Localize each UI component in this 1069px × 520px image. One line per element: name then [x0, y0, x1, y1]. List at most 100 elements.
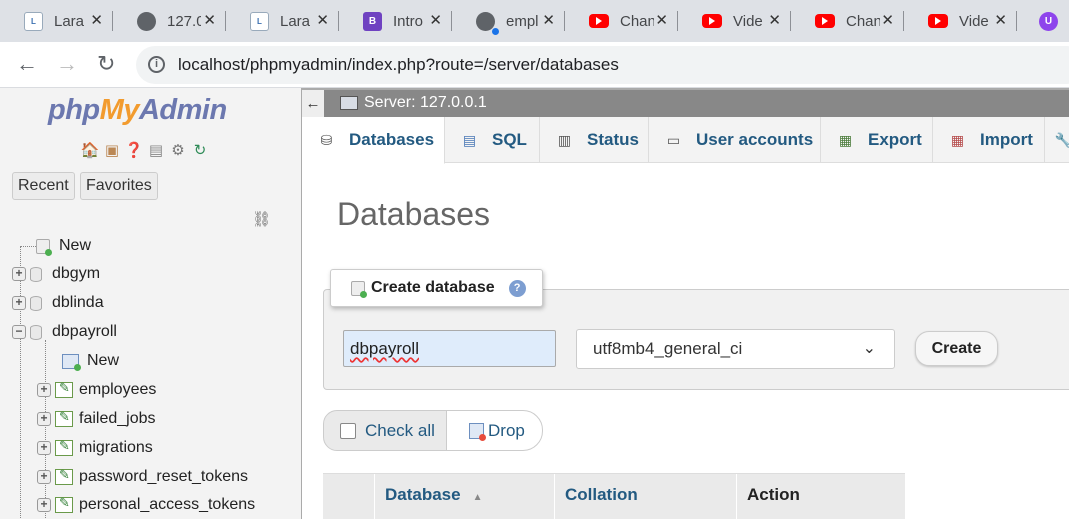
close-icon[interactable]: ✕ [542, 13, 555, 28]
expand-icon[interactable]: + [37, 498, 51, 512]
close-icon[interactable]: ✕ [994, 13, 1007, 28]
forward-arrow-icon[interactable]: → [56, 53, 78, 75]
close-icon[interactable]: ✕ [429, 13, 442, 28]
server-label[interactable]: Server: 127.0.0.1 [364, 94, 487, 112]
back-arrow-icon[interactable]: ← [16, 53, 38, 75]
browser-tab[interactable]: B Intro ✕ [339, 0, 452, 42]
browser-tab[interactable]: Chan ✕ [791, 0, 904, 42]
database-icon [30, 295, 42, 311]
url-text[interactable]: localhost/phpmyadmin/index.php?route=/se… [178, 55, 619, 75]
tab-import[interactable]: ▦ Import [933, 117, 1045, 163]
expand-icon[interactable]: + [12, 296, 26, 310]
docs-icon[interactable]: ▤ [146, 140, 166, 160]
browser-tab[interactable]: Chan ✕ [565, 0, 678, 42]
database-icon [30, 324, 42, 340]
tab-user-accounts[interactable]: ▭ User accounts [649, 117, 821, 163]
page-title: Databases [337, 196, 490, 232]
link-icon[interactable]: ⛓ [252, 210, 271, 228]
browser-tab-strip: L Lara ✕ 127.0 ✕ L Lara ✕ B Intro ✕ empl… [0, 0, 1069, 42]
reload-icon[interactable]: ↻ [97, 53, 115, 75]
chevron-down-icon: ⌄ [862, 340, 876, 357]
expand-icon[interactable]: + [37, 383, 51, 397]
phpmyadmin-logo[interactable]: phpMyAdmin [48, 94, 227, 127]
tab-title: Chan [846, 12, 880, 30]
drop-button[interactable]: Drop [446, 410, 543, 451]
browser-tab[interactable]: L Lara ✕ [0, 0, 113, 42]
close-icon[interactable]: ✕ [316, 13, 329, 28]
reload-icon[interactable]: ↻ [190, 140, 210, 160]
tree-database-dbpayroll[interactable]: − dbpayroll [12, 323, 117, 341]
collapse-panel-arrow-icon[interactable]: ← [302, 90, 324, 117]
tab-databases[interactable]: ⛁ Databases [302, 117, 445, 164]
expand-icon[interactable]: + [37, 412, 51, 426]
close-icon[interactable]: ✕ [768, 13, 781, 28]
new-database-icon [36, 238, 52, 256]
tree-table-employees[interactable]: + employees [37, 380, 156, 399]
tree-table-failed-jobs[interactable]: + failed_jobs [37, 409, 156, 428]
browser-tab[interactable]: L Lara ✕ [226, 0, 339, 42]
browser-tab[interactable]: Vide ✕ [904, 0, 1017, 42]
tab-title: 127.0 [167, 12, 201, 30]
tab-title: Lara [280, 12, 311, 30]
tree-database-dbgym[interactable]: + dbgym [12, 265, 100, 283]
close-icon[interactable]: ✕ [203, 13, 216, 28]
database-icon: ⛁ [320, 131, 333, 148]
expand-icon[interactable]: + [37, 470, 51, 484]
close-icon[interactable]: ✕ [655, 13, 668, 28]
tab-title: Intro [393, 12, 424, 30]
check-all-checkbox[interactable] [340, 422, 356, 439]
tree-table-password-reset-tokens[interactable]: + password_reset_tokens [37, 467, 248, 486]
database-name-input[interactable]: dbpayroll [343, 330, 556, 367]
gear-icon[interactable]: ⚙ [168, 140, 188, 160]
help-icon[interactable]: ❓ [124, 140, 144, 160]
tree-table-personal-access-tokens[interactable]: + personal_access_tokens [37, 495, 255, 514]
header-database[interactable]: Database ▲ [374, 474, 554, 520]
check-all[interactable]: Check all [323, 410, 447, 451]
close-icon[interactable]: ✕ [881, 13, 894, 28]
tab-title: Vide [959, 12, 989, 30]
tab-status[interactable]: ▥ Status [540, 117, 649, 163]
globe-icon [137, 11, 156, 31]
top-menu: ⛁ Databases ▤ SQL ▥ Status ▭ User accoun… [302, 117, 1069, 164]
home-icon[interactable]: 🏠 [80, 140, 100, 160]
browser-tab[interactable]: Vide ✕ [678, 0, 791, 42]
tab-more[interactable]: 🔧 [1045, 117, 1069, 163]
server-icon [340, 96, 358, 110]
tree-new-database[interactable]: New [36, 237, 91, 256]
create-button[interactable]: Create [915, 331, 998, 366]
info-icon[interactable]: i [148, 56, 165, 73]
header-action: Action [736, 474, 905, 520]
browser-tab[interactable]: empl ✕ [452, 0, 565, 42]
bootstrap-icon: B [363, 11, 382, 31]
wrench-icon: 🔧 [1054, 131, 1069, 148]
logout-icon[interactable]: ▣ [102, 140, 122, 160]
tab-title: empl [506, 12, 539, 30]
favorites-tab[interactable]: Favorites [80, 172, 158, 200]
close-icon[interactable]: ✕ [90, 13, 103, 28]
tab-title: Vide [733, 12, 763, 30]
tree-new-table[interactable]: New [62, 352, 119, 371]
header-collation[interactable]: Collation [554, 474, 736, 520]
collation-select[interactable]: utf8mb4_general_ci ⌄ [576, 329, 895, 369]
tab-export[interactable]: ▦ Export [821, 117, 933, 163]
new-database-icon [351, 280, 367, 298]
databases-table-header: Database ▲ Collation Action [323, 473, 905, 520]
new-table-icon [62, 353, 81, 371]
laravel-icon: L [24, 11, 43, 31]
tree-table-migrations[interactable]: + migrations [37, 438, 153, 457]
expand-icon[interactable]: + [37, 441, 51, 455]
tree-database-dblinda[interactable]: + dblinda [12, 294, 104, 312]
collapse-icon[interactable]: − [12, 325, 26, 339]
expand-icon[interactable]: + [12, 267, 26, 281]
address-bar[interactable]: i localhost/phpmyadmin/index.php?route=/… [136, 46, 1069, 84]
browser-tab[interactable]: 127.0 ✕ [113, 0, 226, 42]
browser-tab[interactable]: U [1017, 0, 1069, 42]
tab-sql[interactable]: ▤ SQL [445, 117, 540, 163]
drop-icon [469, 422, 486, 441]
recent-tab[interactable]: Recent [12, 172, 75, 200]
globe-icon [476, 11, 495, 31]
help-icon[interactable]: ? [508, 279, 526, 297]
youtube-icon [589, 14, 609, 28]
youtube-icon [702, 14, 722, 28]
table-icon [55, 380, 73, 398]
